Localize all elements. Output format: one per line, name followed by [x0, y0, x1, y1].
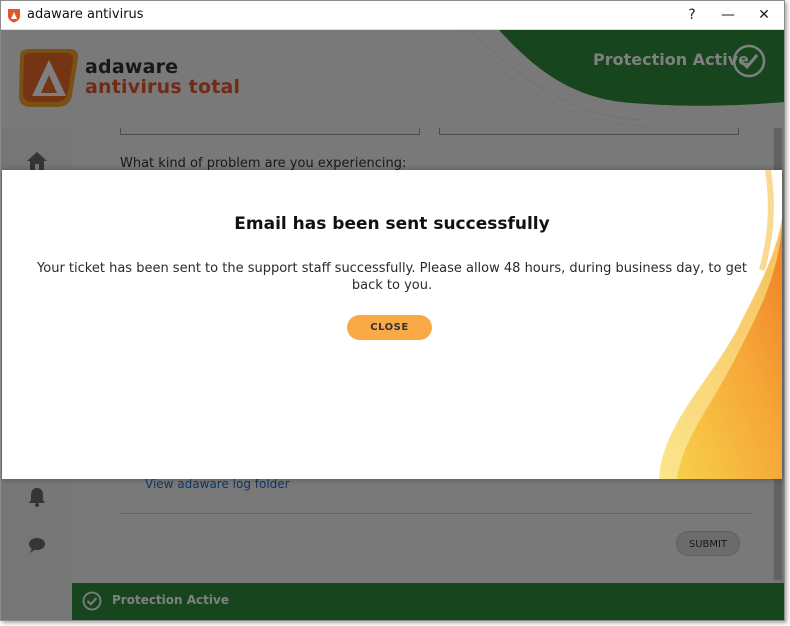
close-dialog-button[interactable]: CLOSE: [347, 315, 432, 340]
close-window-button[interactable]: ✕: [747, 1, 781, 30]
app-window: adaware antivirus ? — ✕ adaware antiviru…: [0, 0, 785, 621]
window-title: adaware antivirus: [27, 7, 144, 22]
title-bar[interactable]: adaware antivirus ? — ✕: [1, 1, 784, 30]
minimize-button[interactable]: —: [711, 1, 745, 30]
dialog-title: Email has been sent successfully: [234, 214, 550, 234]
help-button[interactable]: ?: [675, 1, 709, 30]
adaware-shield-icon: [8, 9, 20, 23]
success-dialog: Email has been sent successfully Your ti…: [2, 170, 782, 479]
dialog-message: Your ticket has been sent to the support…: [37, 261, 747, 293]
